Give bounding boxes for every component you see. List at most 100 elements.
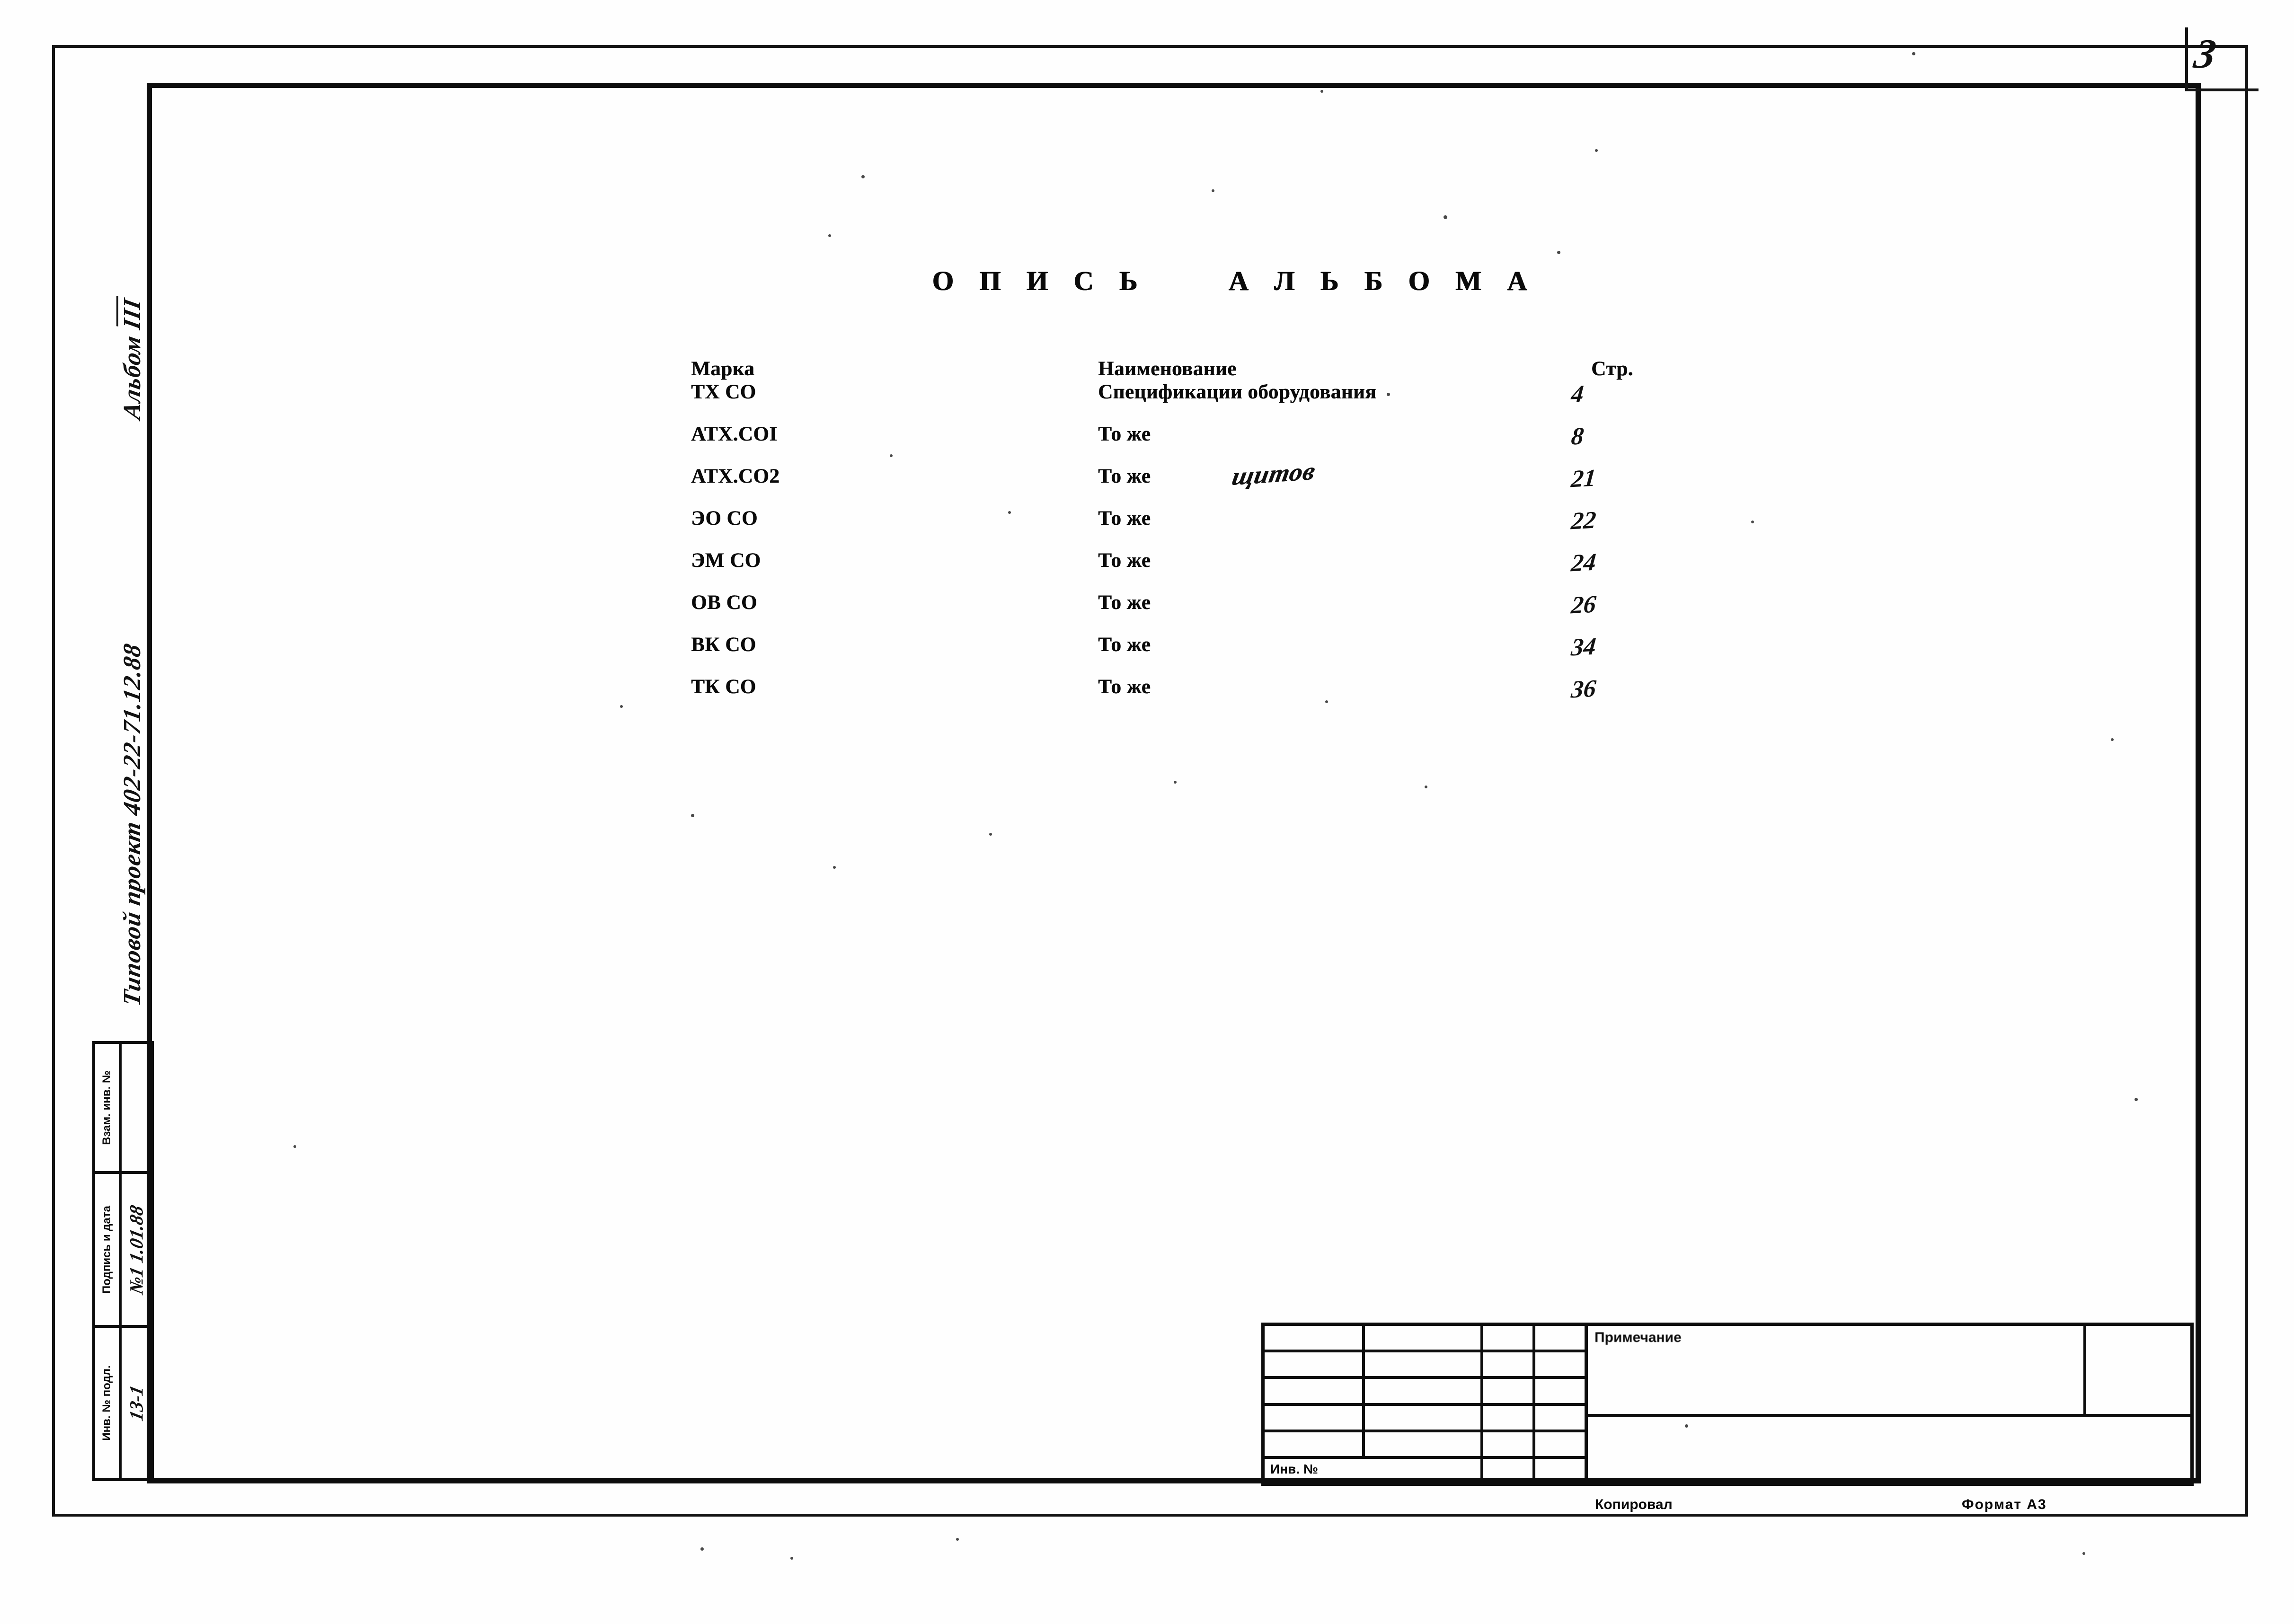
scan-speck [1325, 700, 1328, 703]
title-block-cell[interactable] [1535, 1379, 1585, 1403]
scan-speck [1912, 52, 1915, 55]
title-block-note-pane: Примечание [1588, 1323, 2194, 1417]
scan-speck [833, 866, 836, 869]
scan-speck [293, 1145, 296, 1148]
title-block-bottom-pane[interactable] [1588, 1417, 2194, 1486]
cell-mark: ЭМ СО [691, 549, 761, 572]
cell-mark: ЭО СО [691, 507, 758, 530]
cell-page-text: 4 [1570, 380, 1585, 408]
title-block-cell[interactable] [1265, 1352, 1365, 1377]
title-block-cell[interactable] [1265, 1326, 1365, 1350]
cell-name: То же [1098, 549, 1571, 591]
stamp-value-replaced-inventory[interactable] [122, 1044, 151, 1171]
title-block-cell[interactable] [1535, 1326, 1585, 1350]
title-block-cell[interactable] [1483, 1352, 1535, 1377]
gost-title-block: Инв. № Примечание [1261, 1323, 2194, 1486]
scan-speck [790, 1557, 793, 1560]
scan-speck [2111, 738, 2114, 741]
title-block-cell-inventory[interactable]: Инв. № [1265, 1458, 1483, 1483]
table-row: ЭМ СО То же 24 [691, 549, 1737, 591]
title-block-right-blank-cell[interactable] [2086, 1326, 2190, 1414]
cell-name-text: То же [1098, 549, 1151, 572]
title-block-cell[interactable] [1535, 1432, 1585, 1456]
specification-table: Марка Наименование Стр. ТХ СО Спецификац… [691, 357, 1737, 717]
stamp-value-signature-date[interactable]: №1 1.01.88 [122, 1174, 151, 1325]
stamp-value-text: 13-1 [125, 1383, 147, 1423]
cell-name-text: То же [1098, 591, 1151, 614]
title-block-cell[interactable] [1265, 1405, 1365, 1430]
scan-speck [890, 454, 893, 457]
cell-name-text: То же [1098, 634, 1151, 656]
title-block-row [1265, 1405, 1585, 1432]
scan-speck [1685, 1424, 1688, 1428]
stamp-label-replaced-inventory: Взам. инв. № [95, 1044, 122, 1171]
column-header-mark: Марка [691, 358, 755, 380]
scan-speck [1751, 521, 1754, 523]
cell-name-text: То же [1098, 676, 1151, 698]
cell-name-text: То же [1098, 423, 1151, 445]
cell-name-text: То же [1098, 507, 1151, 530]
scan-speck [956, 1538, 959, 1541]
cell-mark: ТХ СО [691, 381, 756, 403]
title-block-note-label: Примечание [1594, 1330, 1682, 1345]
album-listing: О П И С Ь А Л Ь Б О М А Марка Наименован… [691, 265, 1780, 717]
gost-side-stamp-column: Взам. инв. № Подпись и дата №1 1.01.88 И… [92, 1041, 154, 1481]
title-block-cell[interactable] [1365, 1432, 1483, 1456]
stamp-label-text: Подпись и дата [100, 1205, 113, 1294]
cell-page: 36 [1570, 675, 1737, 717]
cell-page-text: 21 [1570, 464, 1597, 493]
project-designation-handwritten: Типовой проект 402-22-71.12.88 [119, 641, 146, 1008]
title-block-cell[interactable] [1365, 1405, 1483, 1430]
cell-page-text: 22 [1570, 506, 1597, 535]
title-block-cell[interactable] [1483, 1405, 1535, 1430]
cell-mark: ОВ СО [691, 591, 757, 614]
table-row: ОВ СО То же 26 [691, 591, 1737, 633]
scan-speck [1174, 781, 1177, 784]
table-header-row: Марка Наименование Стр. [691, 357, 1737, 380]
stamp-label-signature-date: Подпись и дата [95, 1174, 122, 1325]
cell-name: То же [1098, 675, 1571, 717]
cell-mark: АТХ.СО2 [691, 465, 780, 487]
stamp-row-inventory-number: Инв. № подл. 13-1 [95, 1328, 151, 1478]
title-block-cell[interactable] [1265, 1432, 1365, 1456]
title-block-cell[interactable] [1483, 1432, 1535, 1456]
stamp-value-inventory-number[interactable]: 13-1 [122, 1328, 151, 1478]
cell-page: 8 [1570, 423, 1737, 465]
title-block-cell[interactable] [1365, 1326, 1483, 1350]
cell-mark: ТК СО [691, 676, 756, 698]
title-block-cell[interactable] [1365, 1352, 1483, 1377]
cell-mark: АТХ.СОI [691, 423, 778, 445]
cell-page: 4 [1570, 380, 1737, 423]
title-block-cell[interactable] [1365, 1379, 1483, 1403]
stamp-label-inventory-number: Инв. № подл. [95, 1328, 122, 1478]
cell-page-text: 34 [1570, 633, 1597, 662]
scan-speck [1595, 149, 1598, 152]
title-block-revision-grid: Инв. № [1261, 1323, 1588, 1486]
stamp-row-signature-date: Подпись и дата №1 1.01.88 [95, 1174, 151, 1328]
title-block-cell[interactable] [1483, 1326, 1535, 1350]
page-number-handwritten: 3 [2191, 31, 2219, 77]
cell-name-text: Спецификации оборудования [1098, 381, 1376, 403]
cell-name: Спецификации оборудования [1098, 380, 1571, 423]
title-block-cell[interactable] [1535, 1406, 1585, 1430]
format-label: Формат А3 [1962, 1497, 2047, 1512]
title-block-cell[interactable] [1483, 1458, 1535, 1483]
title-block-row [1265, 1352, 1585, 1379]
scan-speck [989, 833, 992, 836]
title-block-cell[interactable] [1265, 1379, 1365, 1403]
scan-speck [1425, 786, 1427, 788]
cell-page-text: 8 [1570, 423, 1585, 450]
title-block-cell[interactable] [1535, 1459, 1585, 1483]
scan-speck [1557, 251, 1560, 254]
title-block-cell[interactable] [1483, 1379, 1535, 1403]
title-block-cell[interactable] [1535, 1352, 1585, 1376]
cell-mark: ВК СО [691, 634, 756, 656]
scan-speck [1387, 393, 1390, 396]
stamp-label-text: Инв. № подл. [100, 1365, 113, 1441]
scan-speck [1444, 215, 1447, 219]
cell-page: 21 [1570, 464, 1737, 507]
title-block-note-cell[interactable]: Примечание [1588, 1326, 2086, 1414]
stamp-value-text: №1 1.01.88 [125, 1203, 147, 1296]
stamp-row-replaced-inventory: Взам. инв. № [95, 1044, 151, 1174]
column-header-page: Стр. [1591, 358, 1633, 380]
